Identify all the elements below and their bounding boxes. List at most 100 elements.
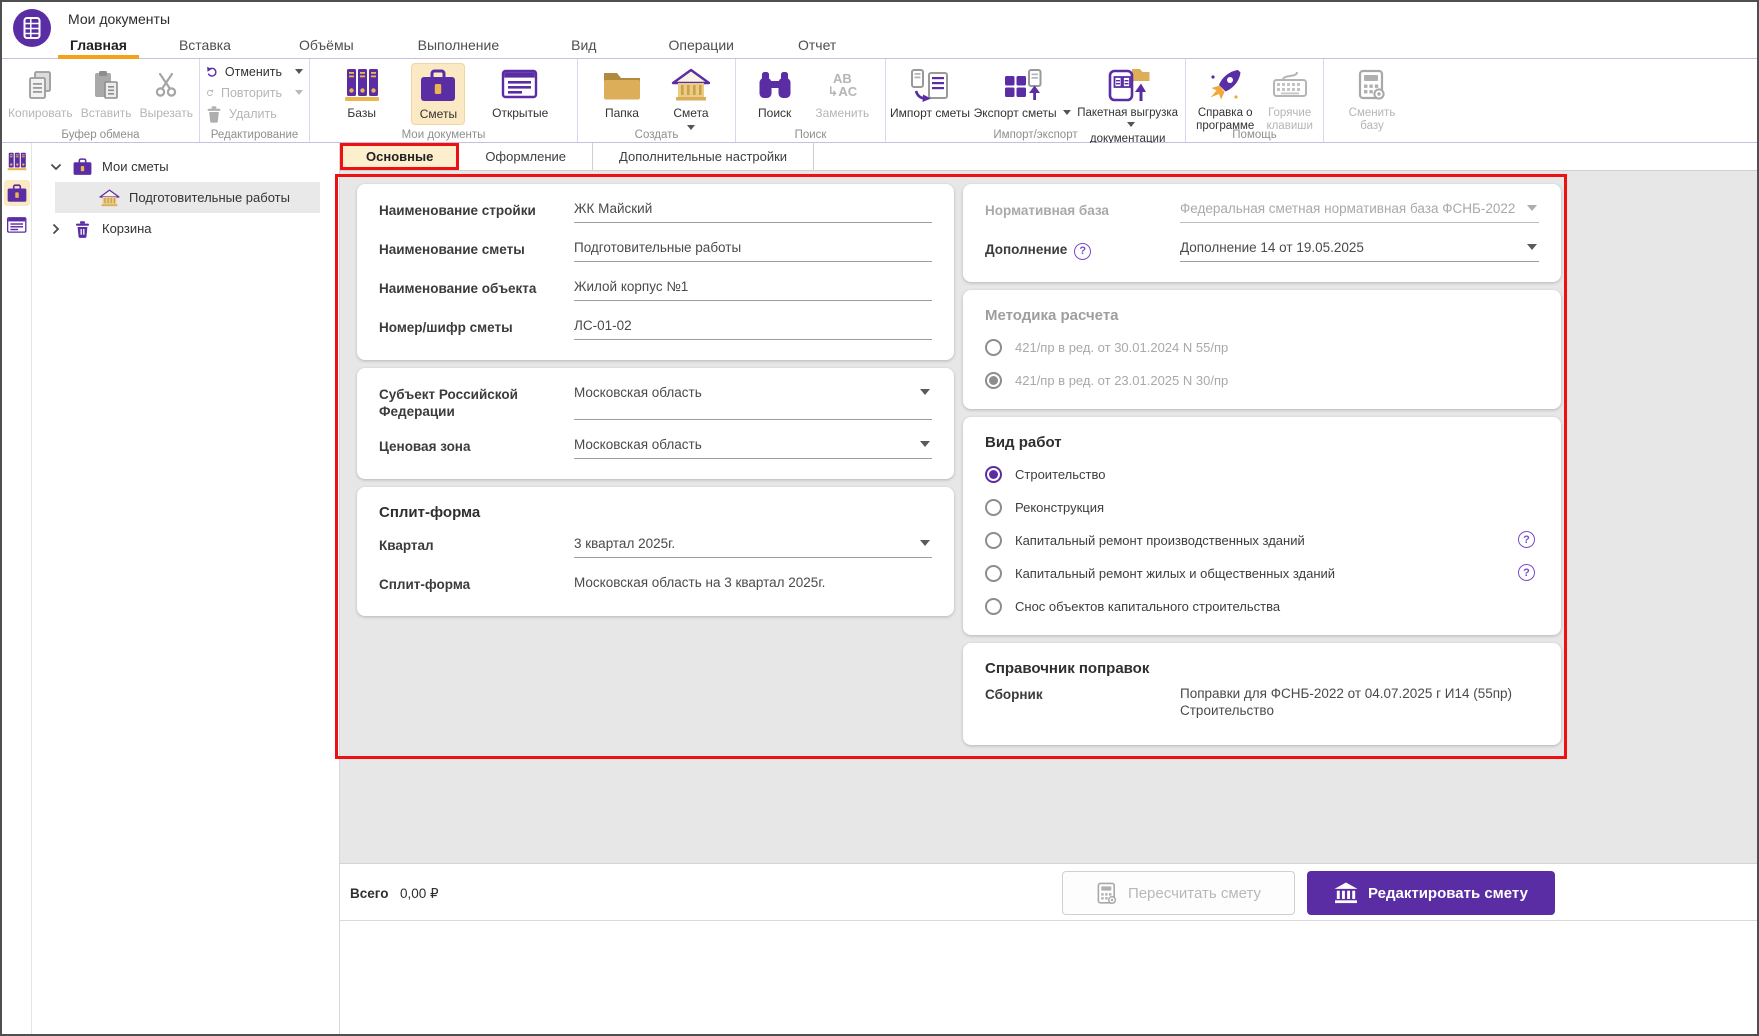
open-documents-button[interactable]: Открытые (488, 63, 552, 123)
form-left-column: Наименование стройки ЖК Майский Наименов… (357, 184, 954, 616)
construction-name-input[interactable]: ЖК Майский (574, 201, 932, 223)
radio-option-residential-repair[interactable]: Капитальный ремонт жилых и общественных … (985, 564, 1539, 582)
ribbon-tab-operations[interactable]: Операции (656, 32, 746, 59)
help-icon[interactable]: ? (1518, 531, 1535, 548)
split-form-card: Сплит-форма Квартал 3 квартал 2025г. Спл… (357, 487, 954, 616)
radio-option-reconstruction[interactable]: Реконструкция (985, 499, 1539, 516)
cut-button[interactable]: Вырезать (136, 63, 197, 123)
dropdown-caret-icon[interactable] (920, 441, 930, 452)
footer-bar: Всего 0,00 ₽ Пересчитать смету Редактиро… (340, 863, 1757, 921)
redo-dropdown-caret[interactable] (295, 90, 303, 99)
radio-option-method-2024[interactable]: 421/пр в ред. от 30.01.2024 N 55/пр (985, 339, 1539, 356)
delete-label: Удалить (229, 107, 277, 121)
chevron-down-icon[interactable] (50, 163, 62, 171)
dropdown-caret-icon[interactable] (920, 540, 930, 551)
search-button[interactable]: Поиск (748, 63, 802, 123)
edit-estimate-button[interactable]: Редактировать смету (1307, 871, 1555, 915)
paste-button[interactable]: Вставить (77, 63, 136, 123)
radio-option-demolition[interactable]: Снос объектов капитального строительства (985, 598, 1539, 615)
collection-value: Поправки для ФСНБ-2022 от 04.07.2025 г И… (1180, 686, 1513, 718)
dropdown-caret-icon[interactable] (1527, 244, 1537, 255)
split-form-value: Московская область на 3 квартал 2025г. (574, 575, 826, 590)
help-icon[interactable]: ? (1074, 243, 1092, 260)
quarter-select[interactable]: 3 квартал 2025г. (574, 536, 932, 558)
ribbon-tab-main[interactable]: Главная (58, 32, 139, 60)
recalculate-estimate-button[interactable]: Пересчитать смету (1062, 871, 1295, 915)
radio-label: 421/пр в ред. от 30.01.2024 N 55/пр (1015, 340, 1229, 355)
tab-additional-settings[interactable]: Дополнительные настройки (593, 143, 815, 170)
recalculate-label: Пересчитать смету (1127, 884, 1262, 902)
estimates-button[interactable]: Сметы (411, 63, 466, 125)
radio-icon (985, 339, 1002, 356)
form-row: Номер/шифр сметы ЛС-01-02 (379, 318, 932, 340)
ribbon-group-change-base: Сменить базу (1324, 59, 1420, 142)
tree-item-label: Корзина (102, 221, 152, 236)
form-row: Наименование сметы Подготовительные рабо… (379, 240, 932, 262)
chevron-right-icon[interactable] (50, 223, 62, 235)
ribbon-tab-insert[interactable]: Вставка (167, 32, 243, 59)
radio-option-construction[interactable]: Строительство (985, 466, 1539, 483)
tab-formatting[interactable]: Оформление (459, 143, 594, 170)
estimate-name-input[interactable]: Подготовительные работы (574, 240, 932, 262)
hotkeys-button[interactable]: Горячие клавиши (1262, 63, 1316, 136)
tree-item-preparatory-works[interactable]: Подготовительные работы (55, 182, 320, 213)
undo-dropdown-caret[interactable] (295, 69, 303, 78)
delete-button[interactable]: Удалить (206, 105, 303, 123)
create-folder-label: Папка (605, 106, 639, 120)
ribbon-tab-execution[interactable]: Выполнение (406, 32, 511, 59)
form-row: Наименование стройки ЖК Майский (379, 201, 932, 223)
import-estimate-label: Импорт сметы (890, 106, 970, 120)
tree-item-trash[interactable]: Корзина (32, 213, 339, 244)
redo-button[interactable]: Повторить (206, 84, 303, 101)
tab-general[interactable]: Основные (340, 143, 460, 170)
ribbon-tab-bar: Главная Вставка Объёмы Выполнение Вид Оп… (2, 32, 1757, 60)
change-base-button[interactable]: Сменить базу (1345, 63, 1400, 136)
window-icon (6, 216, 28, 235)
edit-label: Редактировать смету (1368, 884, 1528, 902)
undo-button[interactable]: Отменить (206, 63, 303, 80)
object-name-input[interactable]: Жилой корпус №1 (574, 279, 932, 301)
create-folder-button[interactable]: Папка (595, 63, 649, 123)
price-zone-select[interactable]: Московская область (574, 437, 932, 459)
about-button[interactable]: Справка о программе (1192, 63, 1258, 136)
normative-base-select[interactable]: Федеральная сметная нормативная база ФСН… (1180, 201, 1539, 223)
document-tab-bar: Основные Оформление Дополнительные настр… (340, 143, 1757, 171)
copy-label: Копировать (8, 106, 73, 120)
form-row: Субъект Российской Федерации Московская … (379, 385, 932, 420)
copy-button[interactable]: Копировать (4, 63, 77, 123)
rail-open-button[interactable] (4, 212, 30, 238)
rail-bases-button[interactable] (4, 148, 30, 174)
calculator-icon (1357, 66, 1387, 104)
export-estimate-button[interactable]: Экспорт сметы (972, 63, 1072, 123)
ribbon-tab-volumes[interactable]: Объёмы (287, 32, 366, 59)
radio-option-industrial-repair[interactable]: Капитальный ремонт производственных здан… (985, 531, 1539, 549)
addition-select[interactable]: Дополнение 14 от 19.05.2025 (1180, 240, 1539, 262)
ribbon-tab-view[interactable]: Вид (559, 32, 608, 59)
tree-item-label: Подготовительные работы (129, 190, 290, 205)
rail-estimates-button[interactable] (3, 180, 30, 206)
help-icon[interactable]: ? (1518, 564, 1535, 581)
title-bar: Мои документы (2, 2, 1757, 32)
bases-button[interactable]: Базы (335, 63, 389, 123)
radio-icon (985, 565, 1002, 582)
naming-card: Наименование стройки ЖК Майский Наименов… (357, 184, 954, 360)
dropdown-caret-icon[interactable] (920, 389, 930, 400)
replace-button[interactable]: AB ↳AC Заменить (811, 63, 873, 123)
estimate-number-input[interactable]: ЛС-01-02 (574, 318, 932, 340)
radio-option-method-2025[interactable]: 421/пр в ред. от 23.01.2025 N 30/пр (985, 372, 1539, 389)
form-row: Наименование объекта Жилой корпус №1 (379, 279, 932, 301)
binoculars-icon (757, 66, 793, 104)
region-select[interactable]: Московская область (574, 385, 932, 420)
export-dropdown-caret[interactable] (1062, 110, 1071, 119)
form-row: Ценовая зона Московская область (379, 437, 932, 459)
ribbon-tab-report[interactable]: Отчет (786, 32, 848, 59)
create-estimate-button[interactable]: Смета (664, 63, 718, 135)
tree-item-my-estimates[interactable]: Мои сметы (32, 151, 339, 182)
work-type-card: Вид работ Строительство Реконструкция Ка… (963, 417, 1561, 635)
cut-label: Вырезать (139, 106, 193, 120)
total-label: Всего (350, 886, 389, 901)
trash-icon (71, 220, 93, 238)
tab-content: Наименование стройки ЖК Майский Наименов… (335, 171, 1757, 863)
import-estimate-button[interactable]: Импорт сметы (888, 63, 972, 123)
radio-label: Снос объектов капитального строительства (1015, 599, 1281, 614)
